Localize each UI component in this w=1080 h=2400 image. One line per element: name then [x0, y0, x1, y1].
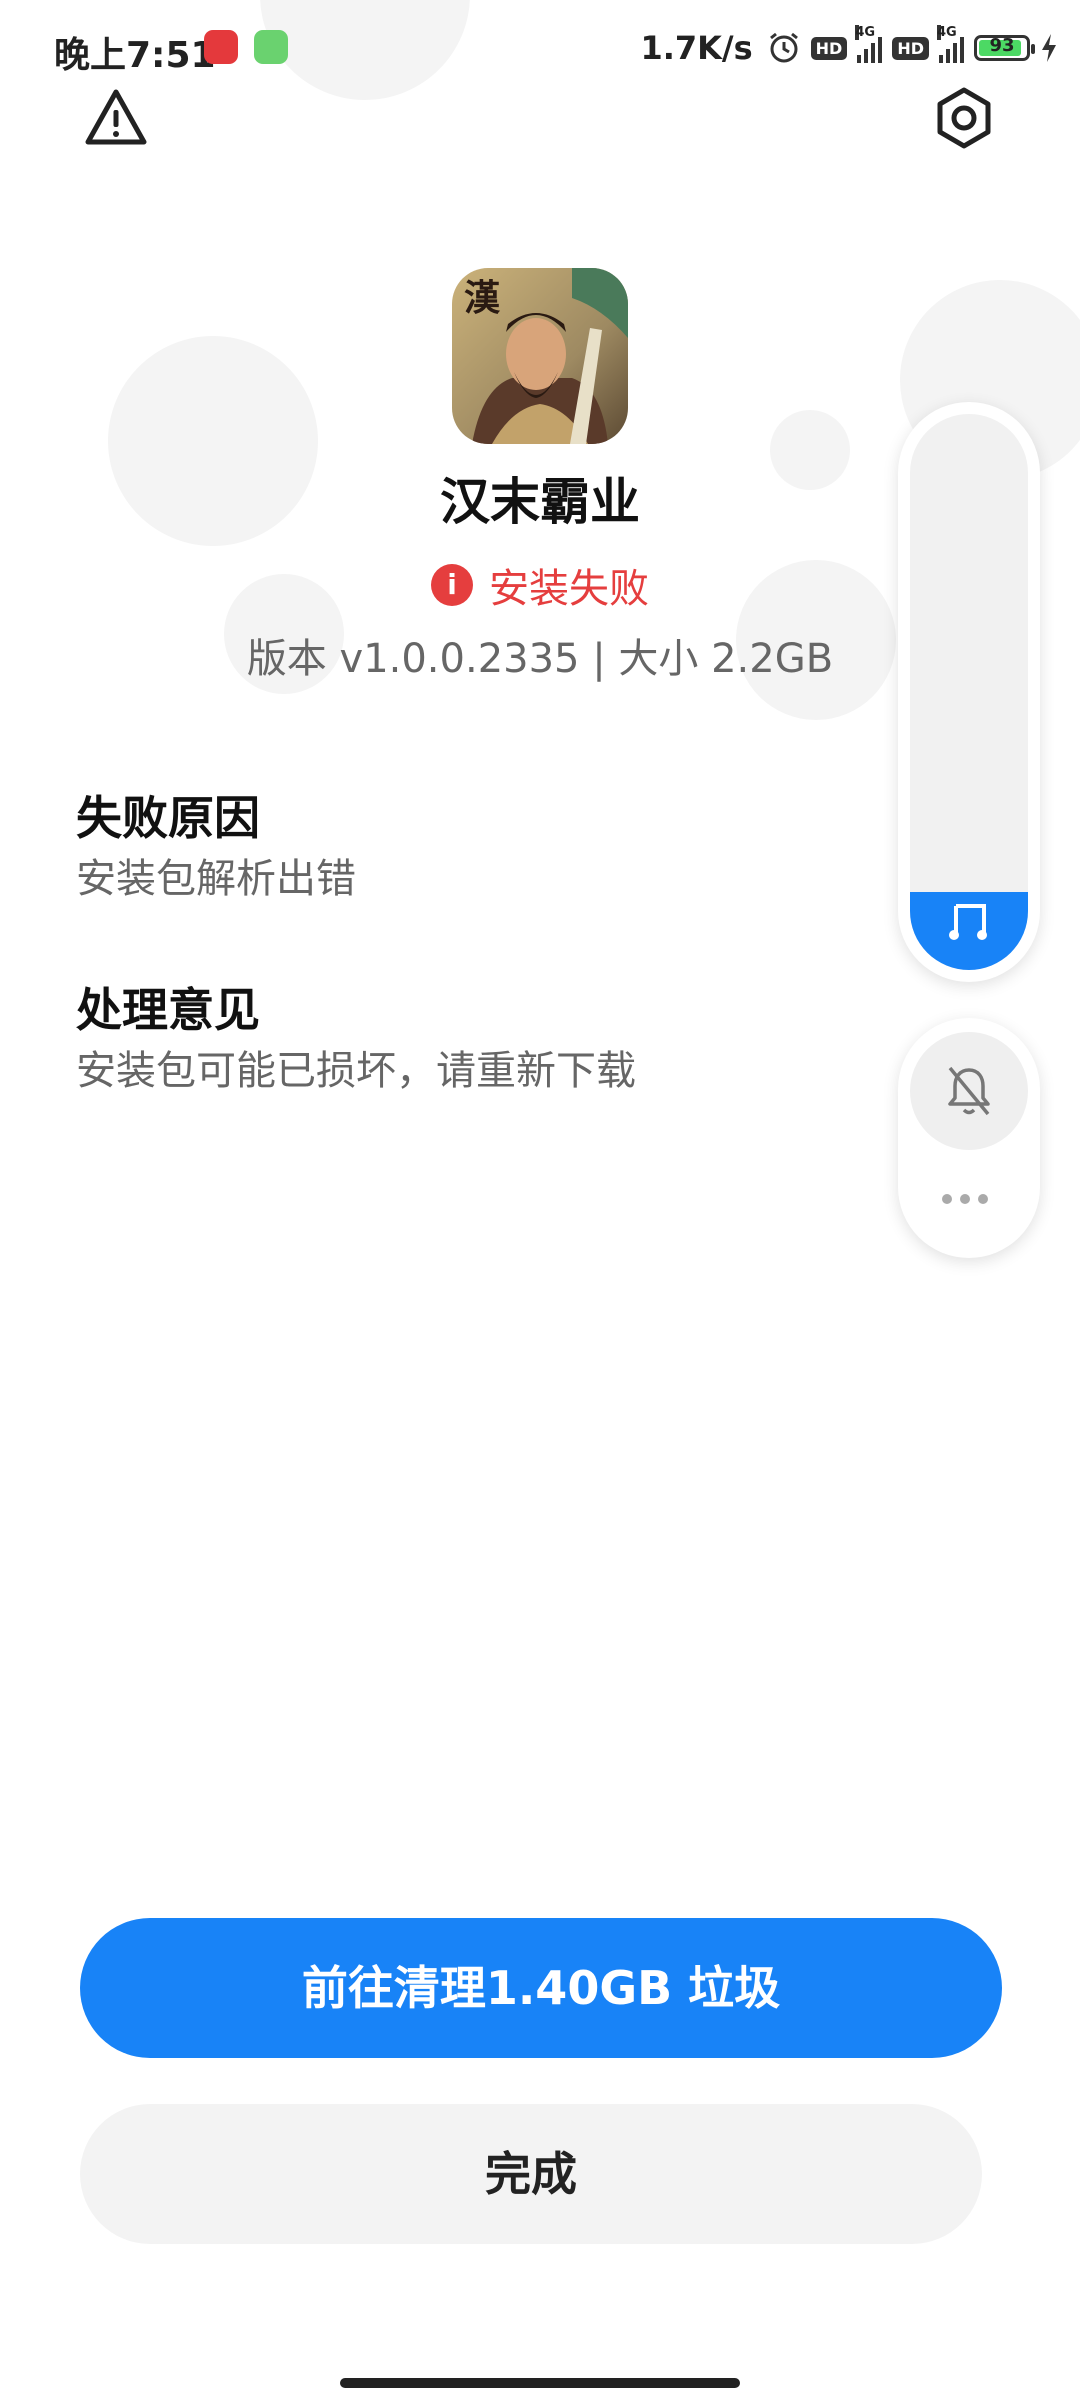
suggestion-title: 处理意见 [76, 983, 260, 1037]
app-icon: 漢 [452, 268, 628, 444]
music-note-icon [949, 904, 987, 940]
signal-icon: 4G [855, 25, 883, 63]
volume-panel[interactable] [898, 402, 1040, 982]
status-bar: 晚上7:51 1.7K/s HD 4G HD 4G 93 [0, 0, 1080, 96]
home-indicator[interactable] [340, 2378, 740, 2388]
more-dots-icon[interactable] [942, 1194, 988, 1204]
network-speed: 1.7K/s [640, 29, 753, 67]
warning-icon[interactable] [84, 86, 148, 150]
signal-icon: 4G [937, 25, 964, 63]
clean-junk-button[interactable]: 前往清理1.40GB 垃圾 [80, 1918, 1002, 2058]
hd-badge: HD [810, 36, 848, 60]
app-icon-glyph: 漢 [464, 277, 501, 319]
android-icon [254, 30, 288, 64]
error-icon: i [431, 564, 473, 606]
status-right-group: 1.7K/s HD 4G HD 4G 93 [640, 25, 1058, 70]
game-icon-art: 漢 [452, 268, 628, 444]
netease-music-icon [204, 30, 238, 64]
failure-reason-body: 安装包解析出错 [76, 856, 356, 902]
bell-off-icon [948, 1066, 990, 1116]
hd-badge: HD [892, 36, 929, 60]
done-button[interactable]: 完成 [80, 2104, 982, 2244]
alarm-icon [769, 32, 798, 63]
volume-slider[interactable] [910, 414, 1028, 970]
ringer-toggle[interactable] [910, 1032, 1028, 1150]
settings-icon[interactable] [932, 86, 996, 150]
suggestion-body: 安装包可能已损坏，请重新下载 [76, 1048, 636, 1094]
ringer-panel [898, 1018, 1040, 1258]
battery-icon: 93 [974, 35, 1035, 61]
network-type: 4G [937, 25, 957, 40]
battery-level: 93 [989, 35, 1015, 56]
charging-icon [1042, 34, 1056, 62]
failure-reason-title: 失败原因 [76, 791, 260, 845]
network-type: 4G [855, 25, 876, 40]
status-time: 晚上7:51 [54, 35, 216, 76]
install-status-text: 安装失败 [489, 566, 649, 612]
